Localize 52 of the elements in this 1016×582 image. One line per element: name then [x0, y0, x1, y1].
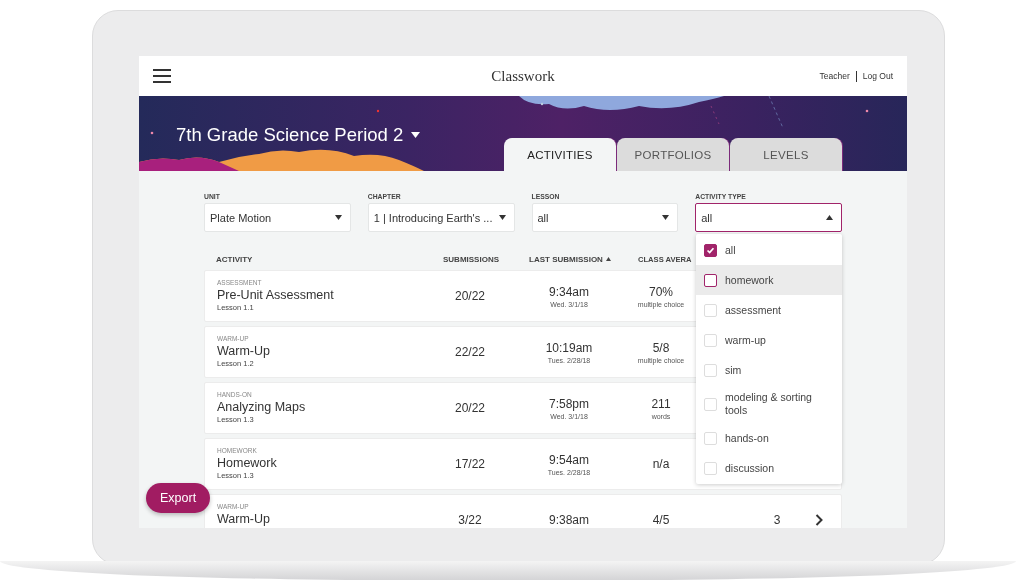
tab[interactable]: PORTFOLIOS [617, 138, 729, 171]
menu-icon[interactable] [153, 69, 171, 83]
activity-title: Warm-Up [217, 512, 270, 526]
submission-time: 9:34am [549, 284, 589, 299]
column-header[interactable]: ACTIVITY [216, 254, 426, 264]
checkbox[interactable] [704, 243, 717, 257]
submissions-count: 17/22 [454, 457, 486, 471]
menu-option[interactable]: assessment [696, 295, 842, 325]
caret-icon [826, 215, 833, 220]
submissions-count: 22/22 [454, 345, 486, 359]
table-cell-text: 3 [772, 513, 782, 527]
filter-dropdown[interactable]: Plate Motion [204, 203, 351, 232]
filter-dropdown[interactable]: all [695, 203, 842, 232]
column-header[interactable]: SUBMISSIONS [426, 254, 516, 264]
submissions-count: 20/22 [454, 401, 486, 415]
sort-icon [605, 257, 611, 261]
export-button[interactable]: Export [146, 483, 211, 513]
class-average: 70% [649, 284, 673, 299]
caret-icon[interactable] [411, 132, 421, 138]
submissions-count: 20/22 [454, 289, 486, 303]
activity-title: Pre-Unit Assessment [217, 288, 334, 302]
caret-icon [334, 215, 342, 220]
submission-time: 7:58pm [549, 396, 589, 411]
activity-title: Warm-Up [217, 344, 270, 358]
submission-time: 10:19am [545, 340, 593, 355]
menu-option[interactable]: all [696, 235, 842, 265]
filter-dropdown[interactable]: 1 | Introducing Earth's ... [367, 203, 515, 232]
class-average: 4/5 [652, 513, 670, 527]
menu-option[interactable]: homework [696, 265, 842, 295]
caret-icon [498, 215, 506, 220]
class-average: n/a [652, 457, 670, 471]
logout-link[interactable]: Log Out [862, 71, 893, 81]
user-role: Teacher [819, 71, 850, 81]
activity-title: Homework [217, 456, 277, 470]
submission-time: 9:54am [549, 452, 589, 467]
submissions-count: 3/22 [457, 513, 483, 527]
checkbox[interactable] [704, 273, 717, 287]
column-header[interactable]: LAST SUBMISSION [529, 254, 603, 264]
chevron-right-icon[interactable] [815, 514, 823, 526]
tab[interactable]: LEVELS [730, 138, 842, 171]
activity-title: Analyzing Maps [217, 400, 306, 414]
submission-time: 9:38am [549, 513, 589, 527]
class-average: 211 [651, 396, 671, 411]
class-title: 7th Grade Science Period 2 [176, 124, 404, 146]
class-average: 5/8 [652, 340, 670, 355]
tab[interactable]: ACTIVITIES [504, 138, 616, 171]
caret-icon [662, 215, 670, 220]
menu-option[interactable]: warm-up [696, 325, 842, 355]
menu-option[interactable]: discussion [696, 453, 842, 483]
menu-option[interactable]: modeling & sorting tools [696, 385, 842, 423]
filter-dropdown[interactable]: all [531, 203, 679, 232]
app-title: Classwork [491, 67, 555, 85]
